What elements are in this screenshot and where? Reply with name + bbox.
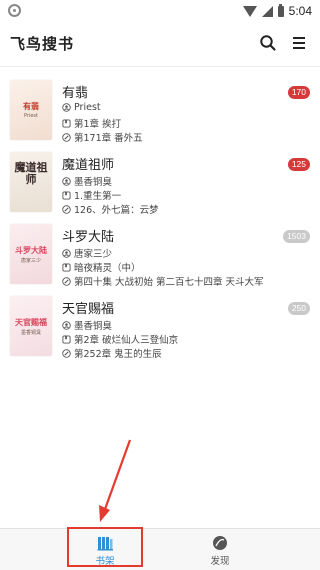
book-latest-row: 第252章 鬼王的生辰 (62, 346, 162, 360)
status-right: 5:04 (242, 3, 312, 19)
latest-chapter-icon (62, 132, 71, 142)
book-item[interactable]: 魔道祖师 魔道祖师 墨香铜臭 1.重生第一 126、外七篇：云梦 125 (0, 146, 320, 216)
book-latest-row: 126、外七篇：云梦 (62, 202, 159, 216)
signal-icon (261, 5, 273, 17)
book-author-row: 墨香铜臭 (62, 174, 112, 188)
book-item[interactable]: 有翡 Priest 有翡 Priest 第1章 挨打 第171章 番外五 170 (0, 74, 320, 144)
book-latest-chapter: 第171章 番外五 (74, 133, 143, 144)
author-icon (62, 176, 71, 186)
book-latest-chapter: 126、外七篇：云梦 (74, 205, 159, 216)
app-title: 飞鸟搜书 (10, 35, 75, 53)
search-icon (260, 35, 276, 51)
book-author: 墨香铜臭 (74, 177, 113, 188)
unread-badge: 250 (287, 302, 310, 315)
book-cover: 魔道祖师 (10, 152, 52, 212)
book-cover: 天官赐福 墨香铜臭 (10, 296, 52, 356)
book-latest-row: 第171章 番外五 (62, 130, 143, 144)
unread-badge: 125 (287, 158, 310, 171)
latest-chapter-icon (62, 276, 71, 286)
cover-subtitle: 唐家三少 (20, 258, 41, 264)
book-author-row: 唐家三少 (62, 246, 112, 260)
book-title: 斗罗大陆 (62, 230, 115, 245)
cover-title: 天官赐福 (15, 318, 47, 327)
tab-discover[interactable]: 发现 (140, 529, 300, 570)
book-current-chapter: 第2章 破烂仙人三登仙京 (74, 335, 179, 346)
discover-icon (213, 536, 227, 550)
book-chapter-row: 第1章 挨打 (62, 116, 121, 130)
unread-badge: 170 (287, 86, 310, 99)
book-title: 有翡 (62, 86, 89, 101)
book-author: Priest (74, 102, 101, 113)
book-cover: 斗罗大陆 唐家三少 (10, 224, 52, 284)
latest-chapter-icon (62, 348, 71, 358)
menu-button[interactable] (290, 34, 308, 52)
app-bar: 飞鸟搜书 (0, 22, 320, 67)
notification-icon (8, 4, 21, 17)
book-current-chapter: 1.重生第一 (74, 191, 122, 202)
cover-subtitle: Priest (23, 113, 38, 119)
cover-title: 魔道祖师 (14, 161, 48, 186)
book-latest-chapter: 第四十集 大战初始 第二百七十四章 天斗大军 (74, 277, 264, 288)
bookmark-icon (62, 334, 71, 344)
tab-discover-label: 发现 (210, 556, 230, 567)
cover-title: 斗罗大陆 (15, 246, 47, 255)
cover-title: 有翡 (23, 102, 39, 111)
book-chapter-row: 第2章 破烂仙人三登仙京 (62, 332, 178, 346)
author-icon (62, 248, 71, 258)
wifi-icon (242, 5, 257, 17)
bookmark-icon (62, 190, 71, 200)
book-title: 天官赐福 (62, 302, 115, 317)
book-title: 魔道祖师 (62, 158, 115, 173)
book-item[interactable]: 斗罗大陆 唐家三少 斗罗大陆 唐家三少 暗夜精灵（中） 第四十集 大战初始 第二… (0, 218, 320, 288)
status-time: 5:04 (288, 4, 312, 18)
book-author-row: Priest (62, 102, 101, 113)
author-icon (62, 103, 71, 112)
annotation-highlight-box (67, 527, 143, 567)
author-icon (62, 320, 71, 330)
battery-icon (277, 3, 284, 17)
menu-icon (293, 37, 305, 49)
bookmark-icon (62, 262, 71, 272)
book-author: 墨香铜臭 (74, 321, 113, 332)
search-button[interactable] (259, 34, 277, 52)
latest-chapter-icon (62, 204, 71, 214)
book-item[interactable]: 天官赐福 墨香铜臭 天官赐福 墨香铜臭 第2章 破烂仙人三登仙京 第252章 鬼… (0, 290, 320, 360)
book-chapter-row: 暗夜精灵（中） (62, 260, 141, 274)
bottom-navigation: 书架 发现 (0, 528, 320, 570)
unread-badge: 1503 (283, 230, 310, 243)
book-author: 唐家三少 (74, 249, 113, 260)
book-chapter-row: 1.重生第一 (62, 188, 121, 202)
status-bar: 5:04 (0, 0, 320, 22)
book-cover: 有翡 Priest (10, 80, 52, 140)
cover-subtitle: 墨香铜臭 (20, 330, 41, 336)
book-latest-row: 第四十集 大战初始 第二百七十四章 天斗大军 (62, 274, 264, 288)
book-author-row: 墨香铜臭 (62, 318, 112, 332)
book-current-chapter: 暗夜精灵（中） (74, 263, 141, 274)
book-current-chapter: 第1章 挨打 (74, 119, 122, 130)
book-latest-chapter: 第252章 鬼王的生辰 (74, 349, 162, 360)
bookmark-icon (62, 118, 71, 128)
